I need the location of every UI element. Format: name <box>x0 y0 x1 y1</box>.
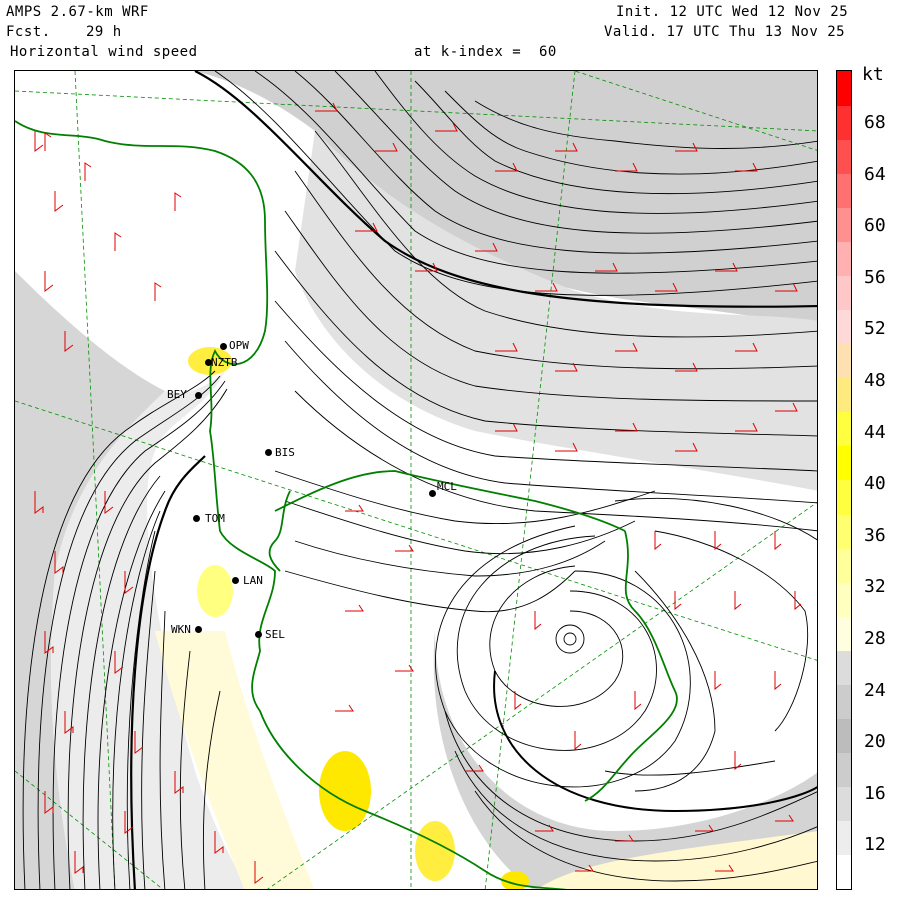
colorbar-tick-label: 12 <box>864 834 886 856</box>
colorbar-segment <box>837 71 851 106</box>
colorbar-segment <box>837 514 851 549</box>
colorbar-segment <box>837 718 851 754</box>
colorbar-segment <box>837 275 851 311</box>
station-dot-tom <box>193 515 200 522</box>
colorbar-segment <box>837 343 851 379</box>
colorbar-segment <box>837 207 851 242</box>
colorbar-tick-label: 64 <box>864 163 886 185</box>
colorbar-tick-label: 24 <box>864 679 886 701</box>
station-dot-bis <box>265 449 272 456</box>
colorbar-segment <box>837 377 851 413</box>
forecast-value: 29 h <box>86 24 122 40</box>
colorbar-tick-label: 56 <box>864 266 886 288</box>
station-dot-lan <box>232 577 239 584</box>
colorbar-segment <box>837 820 851 856</box>
colorbar-segment <box>837 752 851 788</box>
colorbar-unit: kt <box>862 64 884 85</box>
colorbar-segment <box>837 241 851 276</box>
valid-time: Valid. 17 UTC Thu 13 Nov 25 <box>604 24 846 40</box>
colorbar-segment <box>837 854 851 890</box>
colorbar-segment <box>837 309 851 345</box>
colorbar-segment <box>837 105 851 140</box>
station-label-lan: LAN <box>243 574 263 587</box>
kindex-label: at k-index = 60 <box>414 44 557 60</box>
station-label-bey: BEY <box>167 388 187 401</box>
model-title: AMPS 2.67-km WRF <box>6 4 149 20</box>
colorbar-tick-label: 36 <box>864 524 886 546</box>
yellow-patch-4 <box>415 821 455 881</box>
wind-map: OPW NZTB BEY BIS MCL TOM LAN WKN SEL <box>14 70 818 890</box>
station-dot-opw <box>220 343 227 350</box>
station-dot-mcl <box>429 490 436 497</box>
colorbar-tick-label: 68 <box>864 112 886 133</box>
station-label-nztb: NZTB <box>211 356 238 369</box>
colorbar-segment <box>837 139 851 174</box>
colorbar-segment <box>837 650 851 685</box>
colorbar-tick-label: 48 <box>864 370 886 391</box>
station-label-mcl: MCL <box>437 480 457 493</box>
station-label-sel: SEL <box>265 628 285 641</box>
colorbar-tick-label: 16 <box>864 782 886 804</box>
colorbar-segment <box>837 411 851 447</box>
colorbar <box>836 70 852 890</box>
colorbar-tick-label: 28 <box>864 628 886 649</box>
colorbar-segment <box>837 616 851 651</box>
station-dot-sel <box>255 631 262 638</box>
colorbar-segment <box>837 548 851 583</box>
colorbar-segment <box>837 786 851 822</box>
colorbar-tick-label: 60 <box>864 215 886 237</box>
colorbar-segment <box>837 480 851 515</box>
colorbar-segment <box>837 445 851 481</box>
colorbar-tick-label: 32 <box>864 576 886 598</box>
colorbar-segment <box>837 582 851 617</box>
station-label-opw: OPW <box>229 339 249 352</box>
colorbar-tick-label: 40 <box>864 473 886 495</box>
station-label-bis: BIS <box>275 446 295 459</box>
colorbar-tick-label: 44 <box>864 421 886 443</box>
wind-map-canvas <box>15 71 817 889</box>
field-title: Horizontal wind speed <box>10 44 198 60</box>
colorbar-segment <box>837 684 851 720</box>
station-label-tom: TOM <box>205 512 225 525</box>
station-label-wkn: WKN <box>171 623 191 636</box>
colorbar-tick-label: 20 <box>864 731 886 753</box>
colorbar-tick-label: 52 <box>864 318 886 340</box>
colorbar-segment <box>837 173 851 208</box>
yellow-patch-2 <box>197 565 233 617</box>
forecast-label: Fcst. <box>6 24 51 40</box>
init-time: Init. 12 UTC Wed 12 Nov 25 <box>616 4 849 20</box>
station-dot-bey <box>195 392 202 399</box>
station-dot-wkn <box>195 626 202 633</box>
